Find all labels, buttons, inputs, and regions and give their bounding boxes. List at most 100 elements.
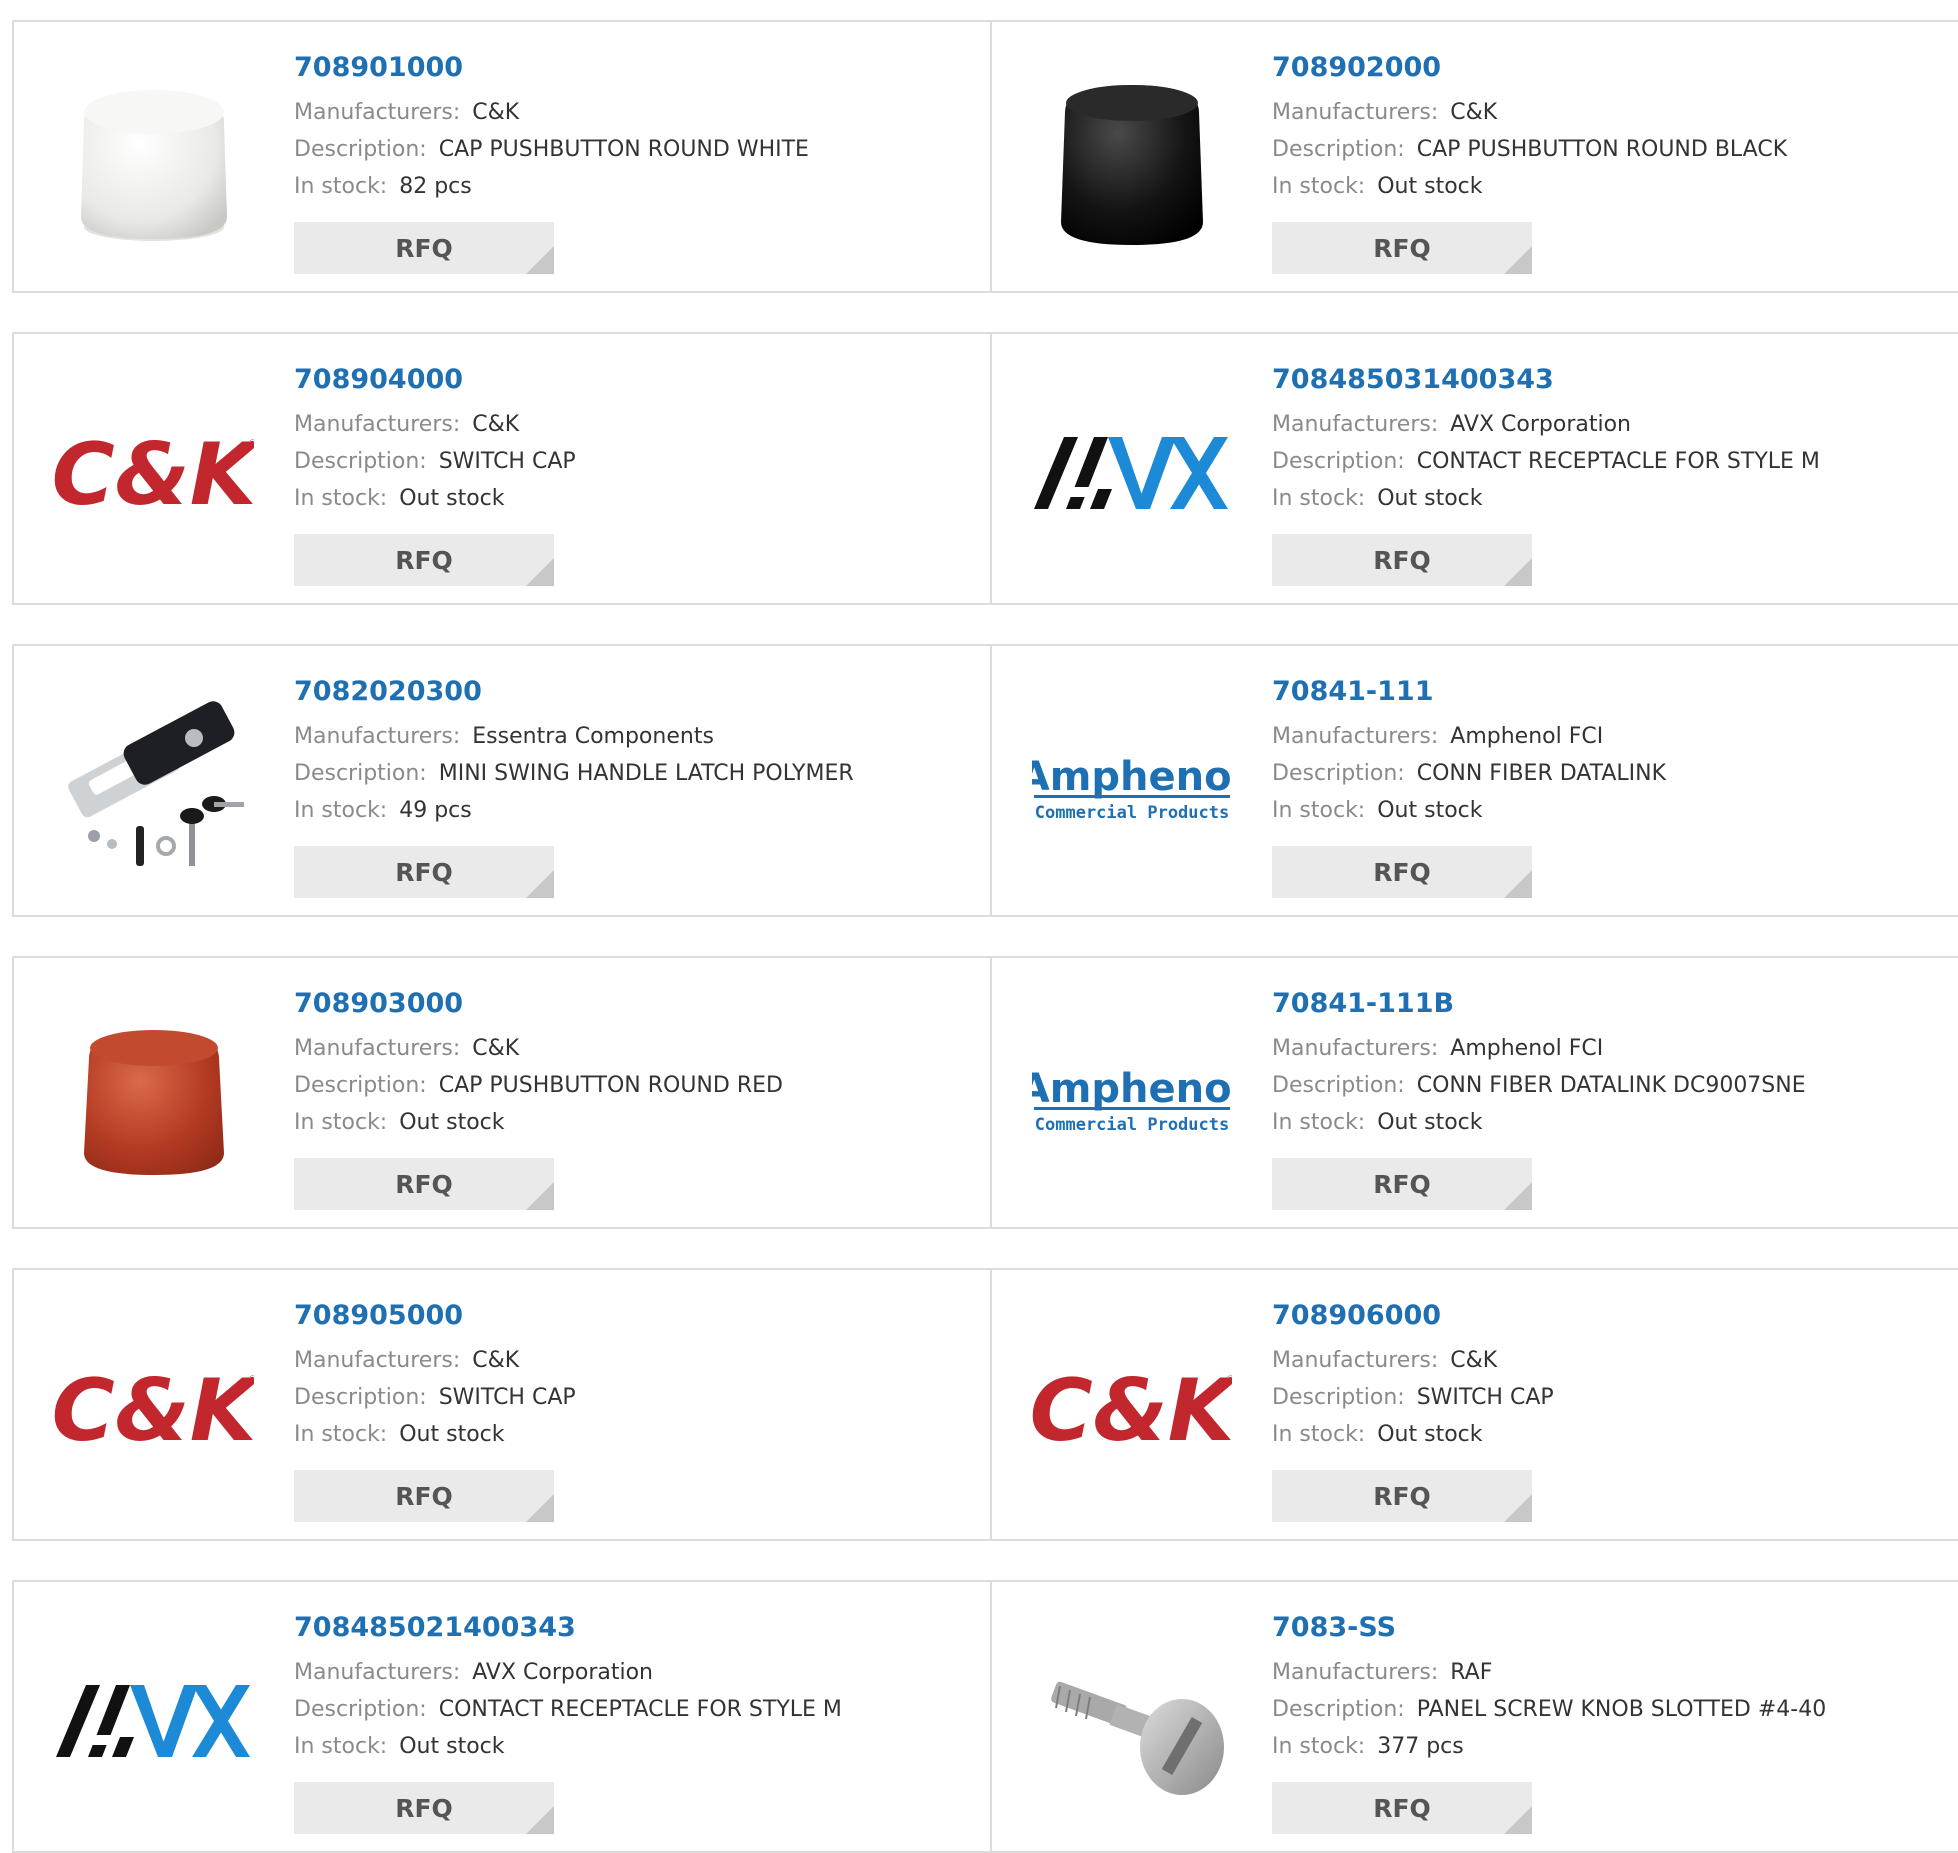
product-info: 708902000 Manufacturers: C&K Description: CA… xyxy=(1272,50,1932,205)
rfq-label: RFQ xyxy=(395,1793,453,1823)
rfq-label: RFQ xyxy=(1373,1793,1431,1823)
part-number-link[interactable]: 708906000 xyxy=(1272,1298,1932,1334)
rfq-button[interactable]: RFQ xyxy=(1272,1470,1532,1522)
ck-logo[interactable]: C&K ® xyxy=(54,374,254,574)
stock-label: In stock: xyxy=(1272,174,1366,199)
stock-label: In stock: xyxy=(294,1110,388,1135)
svg-text:Amphenol: Amphenol xyxy=(1032,754,1232,800)
stock-label: In stock: xyxy=(294,174,388,199)
manufacturer-value: C&K xyxy=(472,100,520,125)
product-card: C&K ® 708905000 Manufacturers: C&K Descript… xyxy=(14,1270,992,1539)
description-label: Description: xyxy=(1272,1385,1405,1410)
red-cap-image[interactable] xyxy=(54,998,254,1198)
manufacturer-line: Manufacturers: C&K xyxy=(294,406,954,443)
product-info: 708904000 Manufacturers: C&K Description: SW… xyxy=(294,362,954,517)
rfq-label: RFQ xyxy=(1373,233,1431,263)
stock-value: Out stock xyxy=(1377,798,1483,823)
stock-line: In stock: Out stock xyxy=(1272,1104,1932,1141)
rfq-button[interactable]: RFQ xyxy=(1272,1782,1532,1834)
avx-logo[interactable] xyxy=(54,1622,254,1822)
description-value: CONTACT RECEPTACLE FOR STYLE M xyxy=(1416,449,1820,474)
part-number-link[interactable]: 70841-111B xyxy=(1272,986,1932,1022)
part-number-link[interactable]: 708903000 xyxy=(294,986,954,1022)
part-number-link[interactable]: 708904000 xyxy=(294,362,954,398)
description-label: Description: xyxy=(294,1385,427,1410)
stock-line: In stock: 49 pcs xyxy=(294,792,954,829)
product-card: Amphenol Commercial Products 70841-111 Ma… xyxy=(992,646,1958,915)
stock-line: In stock: 82 pcs xyxy=(294,168,954,205)
svg-text:®: ® xyxy=(248,439,254,449)
part-number-link[interactable]: 708905000 xyxy=(294,1298,954,1334)
amphenol-logo[interactable]: Amphenol Commercial Products xyxy=(1032,686,1232,886)
part-number-link[interactable]: 708485031400343 xyxy=(1272,362,1932,398)
part-number-link[interactable]: 708901000 xyxy=(294,50,954,86)
avx-logo[interactable] xyxy=(1032,374,1232,574)
corner-decoration xyxy=(526,1182,554,1210)
part-number-link[interactable]: 7082020300 xyxy=(294,674,954,710)
manufacturer-value: AVX Corporation xyxy=(1450,412,1631,437)
rfq-label: RFQ xyxy=(1373,1481,1431,1511)
manufacturer-line: Manufacturers: AVX Corporation xyxy=(294,1654,954,1691)
svg-text:®: ® xyxy=(248,1375,254,1385)
rfq-button[interactable]: RFQ xyxy=(1272,846,1532,898)
part-number-link[interactable]: 7083-SS xyxy=(1272,1610,1932,1646)
stock-value: 82 pcs xyxy=(399,174,472,199)
description-value: MINI SWING HANDLE LATCH POLYMER xyxy=(438,761,854,786)
description-label: Description: xyxy=(1272,761,1405,786)
description-value: CONN FIBER DATALINK xyxy=(1416,761,1667,786)
black-cap-image[interactable] xyxy=(1032,62,1232,262)
rfq-button[interactable]: RFQ xyxy=(294,846,554,898)
part-number-link[interactable]: 70841-111 xyxy=(1272,674,1932,710)
product-info: 708903000 Manufacturers: C&K Description: CA… xyxy=(294,986,954,1141)
ck-logo[interactable]: C&K ® xyxy=(1032,1310,1232,1510)
rfq-button[interactable]: RFQ xyxy=(294,1782,554,1834)
corner-decoration xyxy=(526,870,554,898)
description-line: Description: MINI SWING HANDLE LATCH POLY… xyxy=(294,755,954,792)
manufacturer-value: Amphenol FCI xyxy=(1450,1036,1604,1061)
stock-line: In stock: Out stock xyxy=(1272,168,1932,205)
corner-decoration xyxy=(1504,870,1532,898)
rfq-button[interactable]: RFQ xyxy=(294,222,554,274)
white-cap-image[interactable] xyxy=(54,62,254,262)
part-number-link[interactable]: 708485021400343 xyxy=(294,1610,954,1646)
product-card: 708485031400343 Manufacturers: AVX Corpora… xyxy=(992,334,1958,603)
rfq-label: RFQ xyxy=(1373,545,1431,575)
description-label: Description: xyxy=(1272,1697,1405,1722)
rfq-button[interactable]: RFQ xyxy=(1272,1158,1532,1210)
rfq-button[interactable]: RFQ xyxy=(294,534,554,586)
product-info: 7082020300 Manufacturers: Essentra Compone… xyxy=(294,674,954,829)
screw-image[interactable] xyxy=(1032,1622,1232,1822)
rfq-button[interactable]: RFQ xyxy=(1272,222,1532,274)
stock-value: Out stock xyxy=(399,1422,505,1447)
product-info: 70841-111B Manufacturers: Amphenol FCI Desc… xyxy=(1272,986,1932,1141)
svg-text:Amphenol: Amphenol xyxy=(1032,1066,1232,1112)
stock-label: In stock: xyxy=(294,1734,388,1759)
description-line: Description: CAP PUSHBUTTON ROUND BLACK xyxy=(1272,131,1932,168)
rfq-button[interactable]: RFQ xyxy=(1272,534,1532,586)
rfq-button[interactable]: RFQ xyxy=(294,1158,554,1210)
description-line: Description: CONN FIBER DATALINK xyxy=(1272,755,1932,792)
stock-value: Out stock xyxy=(399,486,505,511)
description-line: Description: SWITCH CAP xyxy=(1272,1379,1932,1416)
manufacturer-label: Manufacturers: xyxy=(1272,1660,1439,1685)
product-card: Amphenol Commercial Products 70841-111B M… xyxy=(992,958,1958,1227)
manufacturer-line: Manufacturers: Essentra Components xyxy=(294,718,954,755)
description-value: CAP PUSHBUTTON ROUND BLACK xyxy=(1416,137,1788,162)
description-line: Description: PANEL SCREW KNOB SLOTTED #4-… xyxy=(1272,1691,1932,1728)
product-card: 708485021400343 Manufacturers: AVX Corpora… xyxy=(14,1582,992,1851)
corner-decoration xyxy=(526,1806,554,1834)
rfq-button[interactable]: RFQ xyxy=(294,1470,554,1522)
description-line: Description: SWITCH CAP xyxy=(294,1379,954,1416)
description-value: SWITCH CAP xyxy=(438,449,576,474)
product-row: 708903000 Manufacturers: C&K Description: CA… xyxy=(12,956,1958,1229)
rfq-label: RFQ xyxy=(395,233,453,263)
ck-logo[interactable]: C&K ® xyxy=(54,1310,254,1510)
description-value: CONN FIBER DATALINK DC9007SNE xyxy=(1416,1073,1806,1098)
description-value: PANEL SCREW KNOB SLOTTED #4-40 xyxy=(1416,1697,1827,1722)
manufacturer-line: Manufacturers: Amphenol FCI xyxy=(1272,1030,1932,1067)
part-number-link[interactable]: 708902000 xyxy=(1272,50,1932,86)
amphenol-logo[interactable]: Amphenol Commercial Products xyxy=(1032,998,1232,1198)
manufacturer-line: Manufacturers: AVX Corporation xyxy=(1272,406,1932,443)
latch-image[interactable] xyxy=(54,686,254,886)
manufacturer-line: Manufacturers: C&K xyxy=(1272,1342,1932,1379)
